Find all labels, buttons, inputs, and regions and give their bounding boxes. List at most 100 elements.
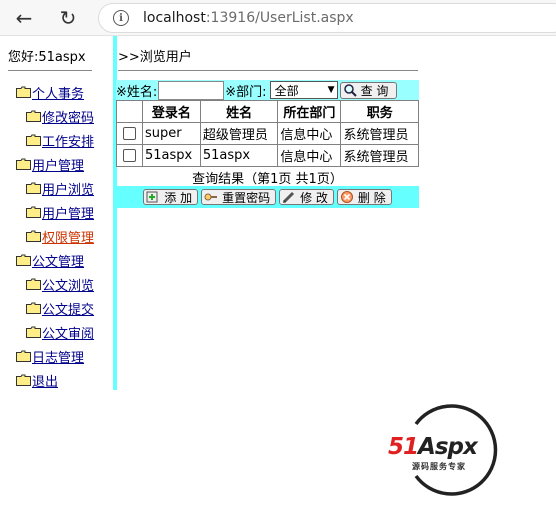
address-bar[interactable]: i localhost:13916/UserList.aspx <box>98 3 556 33</box>
name-search-input[interactable] <box>158 80 225 100</box>
chevron-down-icon: ▼ <box>327 85 335 95</box>
51aspx-logo: 51Aspx 源码服务专家 <box>388 402 512 498</box>
nav-personal-affairs[interactable]: 个人事务 <box>16 82 84 102</box>
folder-icon <box>16 158 31 170</box>
query-button[interactable]: 查 询 <box>339 81 397 99</box>
edit-button[interactable]: 修 改 <box>279 189 334 205</box>
folder-icon <box>26 110 41 122</box>
folder-icon <box>26 182 41 194</box>
nav-log-management[interactable]: 日志管理 <box>16 346 84 366</box>
table-cell: super <box>142 122 201 145</box>
column-header: 职务 <box>340 100 419 123</box>
delete-button[interactable]: 删 除 <box>336 189 392 205</box>
back-arrow-icon[interactable]: ← <box>12 6 36 30</box>
table-row: super 超级管理员 信息中心 系统管理员 <box>116 122 419 145</box>
nav-document-browse[interactable]: 公文浏览 <box>26 274 94 294</box>
select-column-header <box>116 100 143 123</box>
folder-icon <box>26 134 41 146</box>
nav-document-management[interactable]: 公文管理 <box>16 250 84 270</box>
add-button-label: 添 加 <box>164 190 193 205</box>
nav-label[interactable]: 公文提交 <box>42 299 94 318</box>
nav-label[interactable]: 权限管理 <box>42 227 94 246</box>
table-cell: 超级管理员 <box>199 122 279 145</box>
department-label: ※部门: <box>225 84 267 100</box>
table-cell: 51aspx <box>142 144 201 167</box>
key-icon <box>204 190 218 204</box>
nav-label[interactable]: 用户管理 <box>32 155 84 174</box>
folder-icon <box>26 230 41 242</box>
nav-label[interactable]: 公文浏览 <box>42 275 94 294</box>
nav-user-browse[interactable]: 用户浏览 <box>26 178 94 198</box>
nav-user-admin[interactable]: 用户管理 <box>26 202 94 222</box>
site-info-icon[interactable]: i <box>113 10 129 26</box>
delete-icon <box>340 190 354 204</box>
action-toolbar: 添 加 重置密码 修 改 删 除 <box>116 186 419 208</box>
nav-permission-management[interactable]: 权限管理 <box>26 226 94 246</box>
query-button-label: 查 询 <box>360 83 389 98</box>
magnifier-icon <box>343 83 357 97</box>
nav-label[interactable]: 修改密码 <box>42 107 94 126</box>
reset-password-button[interactable]: 重置密码 <box>201 189 277 205</box>
nav-label[interactable]: 公文管理 <box>32 251 84 270</box>
folder-icon <box>26 326 41 338</box>
query-result-text: 查询结果（第1页 共1页） <box>192 172 343 187</box>
folder-icon <box>16 374 31 386</box>
folder-icon <box>26 302 41 314</box>
table-cell: 系统管理员 <box>340 122 419 145</box>
add-icon <box>146 190 160 204</box>
nav-user-management[interactable]: 用户管理 <box>16 154 84 174</box>
row-select-cell <box>116 144 143 167</box>
delete-button-label: 删 除 <box>357 190 386 205</box>
row-checkbox[interactable] <box>123 149 136 162</box>
nav-label[interactable]: 工作安排 <box>42 131 94 150</box>
folder-icon <box>16 86 31 98</box>
nav-label[interactable]: 公文审阅 <box>42 323 94 342</box>
column-header: 登录名 <box>142 100 201 123</box>
edit-pencil-icon <box>282 190 296 204</box>
folder-icon <box>26 206 41 218</box>
folder-icon <box>16 254 31 266</box>
user-table: 登录名 姓名 所在部门 职务 super 超级管理员 信息中心 系统管理员 51… <box>116 100 419 167</box>
column-header: 姓名 <box>199 100 279 123</box>
url-path: :13916/UserList.aspx <box>205 10 354 26</box>
logo-subtitle: 源码服务专家 <box>412 462 466 471</box>
table-cell: 信息中心 <box>277 122 342 145</box>
row-select-cell <box>116 122 143 145</box>
browser-toolbar: ← ↻ i localhost:13916/UserList.aspx <box>0 0 556 36</box>
edit-button-label: 修 改 <box>300 190 328 205</box>
name-label: ※姓名: <box>116 84 158 100</box>
department-select[interactable]: 全部 ▼ <box>269 81 338 99</box>
table-row: 51aspx 51aspx 信息中心 系统管理员 <box>116 144 419 167</box>
folder-icon <box>16 350 31 362</box>
divider <box>8 70 92 71</box>
breadcrumb: >>浏览用户 <box>118 50 192 65</box>
table-cell: 系统管理员 <box>340 144 419 167</box>
nav-change-password[interactable]: 修改密码 <box>26 106 94 126</box>
logo-51: 51 <box>388 434 419 460</box>
search-bar: ※姓名: ※部门: 全部 ▼ 查 询 <box>116 80 419 100</box>
logo-wordmark: 51Aspx <box>388 434 478 460</box>
row-checkbox[interactable] <box>123 127 136 140</box>
add-button[interactable]: 添 加 <box>143 189 199 205</box>
divider <box>118 70 418 71</box>
left-nav-frame: 您好:51aspx 个人事务 修改密码 工作安排 用户管理 用户浏览 用户管理 … <box>0 36 113 390</box>
nav-document-submit[interactable]: 公文提交 <box>26 298 94 318</box>
nav-label[interactable]: 日志管理 <box>32 347 84 366</box>
nav-label[interactable]: 用户浏览 <box>42 179 94 198</box>
department-selected-value: 全部 <box>274 83 299 98</box>
reload-icon[interactable]: ↻ <box>56 6 80 30</box>
nav-label[interactable]: 个人事务 <box>32 83 84 102</box>
folder-icon <box>26 278 41 290</box>
url-host: localhost <box>143 10 206 26</box>
nav-document-review[interactable]: 公文审阅 <box>26 322 94 342</box>
table-cell: 51aspx <box>199 144 279 167</box>
nav-logout[interactable]: 退出 <box>16 370 58 390</box>
table-header-row: 登录名 姓名 所在部门 职务 <box>116 100 419 123</box>
reset-password-label: 重置密码 <box>222 190 271 205</box>
greeting-text: 您好:51aspx <box>8 50 86 65</box>
nav-work-schedule[interactable]: 工作安排 <box>26 130 94 150</box>
nav-label[interactable]: 用户管理 <box>42 203 94 222</box>
nav-label[interactable]: 退出 <box>32 371 58 390</box>
table-cell: 信息中心 <box>277 144 342 167</box>
logo-aspx: Aspx <box>418 434 478 460</box>
